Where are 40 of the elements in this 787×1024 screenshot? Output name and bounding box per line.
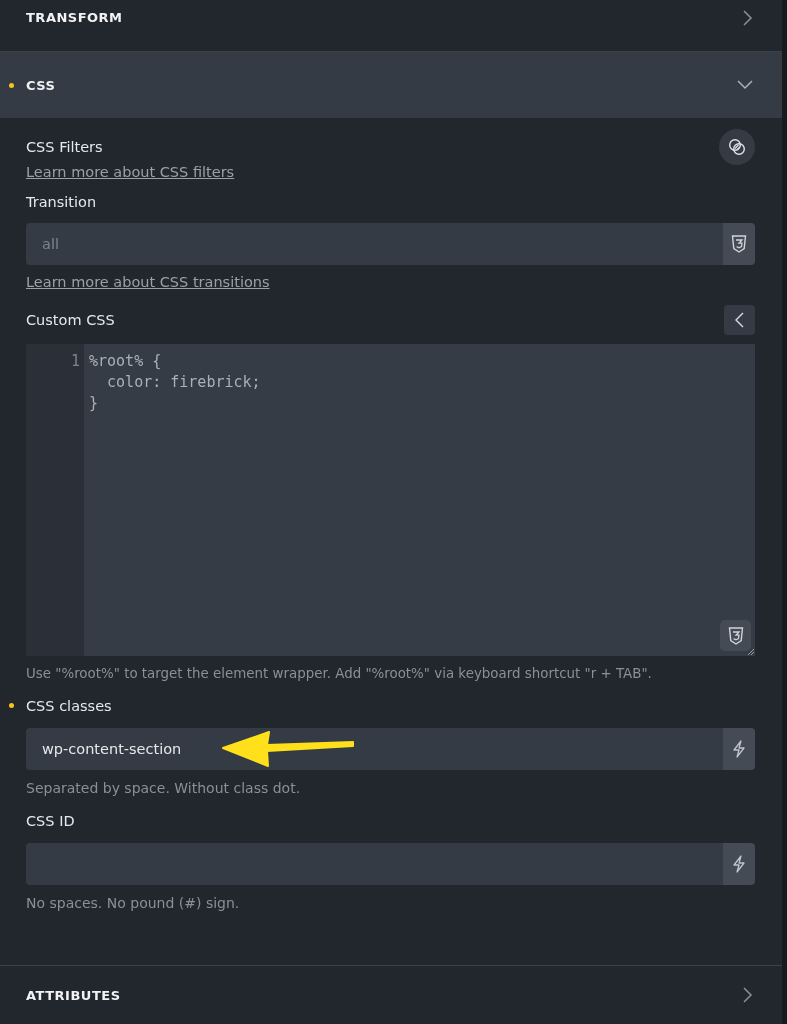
css3-button[interactable]: [720, 620, 751, 651]
section-header[interactable]: CSS: [0, 52, 782, 118]
field-label: CSS classes: [26, 698, 112, 714]
field-label: CSS Filters: [26, 139, 103, 155]
learn-more-link[interactable]: Learn more about CSS transitions: [26, 274, 270, 290]
chevron-right-icon: [743, 987, 753, 1003]
code-editor[interactable]: 1 %root% { color: firebrick; }: [26, 344, 755, 656]
lightning-icon: [732, 740, 746, 758]
modified-dot: [9, 703, 14, 708]
chevron-down-icon: [737, 80, 753, 90]
field-label: Transition: [26, 194, 98, 210]
transition-field[interactable]: all: [26, 223, 723, 265]
section-title: TRANSFORM: [26, 10, 124, 25]
hint-text: No spaces. No pound (#) sign.: [26, 895, 241, 911]
resize-handle-icon[interactable]: [747, 648, 755, 656]
section-title: ATTRIBUTES: [26, 987, 122, 1003]
css3-icon: [727, 626, 744, 645]
hint-text: Separated by space. Without class dot.: [26, 780, 302, 796]
lightning-button[interactable]: [723, 843, 755, 885]
lightning-button[interactable]: [723, 728, 755, 770]
overlapping-circles-icon: [728, 138, 746, 156]
css-id-field[interactable]: [26, 843, 723, 885]
hint-text: Use "%root%" to target the element wrapper. Add "%root%" via keyboard shortcut "r + TAB".: [26, 666, 653, 681]
chevron-left-icon: [735, 312, 744, 328]
css-classes-field[interactable]: wp-content-section: [26, 728, 723, 770]
line-number: 1: [69, 351, 81, 372]
lightning-icon: [732, 855, 746, 873]
section-header[interactable]: ATTRIBUTES: [0, 966, 782, 1024]
css3-button[interactable]: [723, 223, 755, 265]
collapse-button[interactable]: [724, 305, 755, 335]
section-title: CSS: [26, 77, 57, 93]
field-label: CSS ID: [26, 813, 75, 829]
code-line: }: [89, 393, 100, 414]
css3-icon: [731, 235, 747, 253]
learn-more-link[interactable]: Learn more about CSS filters: [26, 164, 235, 180]
code-line: color: firebrick;: [106, 372, 261, 393]
code-line: %root% {: [89, 351, 163, 372]
filters-button[interactable]: [719, 129, 755, 165]
chevron-right-icon: [743, 9, 753, 26]
field-label: Custom CSS: [26, 312, 115, 328]
